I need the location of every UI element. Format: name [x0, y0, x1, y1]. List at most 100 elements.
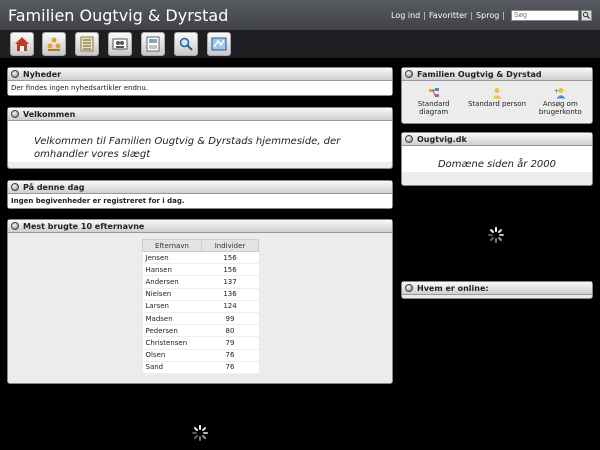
- table-row: Larsen 124: [142, 300, 259, 313]
- table-row: Sand 76: [142, 361, 259, 374]
- ougtvig-text: Domæne siden år 2000: [402, 146, 592, 172]
- count-cell: 124: [201, 300, 259, 313]
- surname-cell[interactable]: Andersen: [142, 275, 202, 289]
- today-body: Ingen begivenheder er registreret for i …: [8, 194, 392, 208]
- welcome-header: Velkommen: [8, 108, 392, 121]
- welcome-title: Velkommen: [23, 109, 76, 119]
- loading-spinner-icon: [488, 227, 504, 243]
- table-row: Andersen 137: [142, 275, 259, 289]
- bullet-icon[interactable]: [405, 284, 413, 292]
- surname-cell[interactable]: Hansen: [142, 263, 202, 277]
- count-cell: 136: [201, 288, 259, 301]
- news-panel: Nyheder Der findes ingen nyhedsartikler …: [7, 67, 393, 96]
- news-title: Nyheder: [23, 69, 62, 79]
- today-header: På denne dag: [8, 181, 392, 194]
- favorites-link[interactable]: Favoritter: [429, 11, 467, 20]
- search-icon: [582, 11, 591, 20]
- ougtvig-title: Ougtvig.dk: [417, 134, 467, 144]
- today-panel: På denne dag Ingen begivenheder er regis…: [7, 180, 393, 209]
- bullet-icon[interactable]: [405, 135, 413, 143]
- surname-cell[interactable]: Pedersen: [142, 324, 202, 338]
- bullet-icon[interactable]: [11, 183, 19, 191]
- surnames-panel: Mest brugte 10 efternavne Efternavn Indi…: [7, 219, 393, 384]
- map-icon: [211, 37, 227, 51]
- home-button[interactable]: [10, 32, 34, 56]
- language-link[interactable]: Sprog: [476, 11, 499, 20]
- count-cell: 137: [201, 275, 259, 289]
- column-header-count: Individer: [201, 239, 259, 252]
- search-input[interactable]: [511, 10, 579, 21]
- add-user-icon: +: [554, 88, 566, 99]
- table-row: Madsen 99: [142, 312, 259, 326]
- standard-diagram-link[interactable]: Standard diagram: [404, 87, 464, 116]
- separator: |: [470, 11, 474, 20]
- search-icon: [179, 37, 193, 51]
- surname-cell[interactable]: Jensen: [142, 251, 202, 265]
- bullet-icon[interactable]: [11, 110, 19, 118]
- map-button[interactable]: [207, 32, 231, 56]
- surname-cell[interactable]: Nielsen: [142, 288, 202, 301]
- family-icon: [47, 37, 61, 51]
- bullet-icon[interactable]: [11, 222, 19, 230]
- loading-spinner-icon: [192, 425, 208, 441]
- table-row: Olsen 76: [142, 349, 259, 362]
- standard-person-label: Standard person: [467, 100, 527, 108]
- surname-cell[interactable]: Sand: [142, 361, 202, 374]
- surname-cell[interactable]: Christensen: [142, 336, 202, 350]
- table-row: Christensen 79: [142, 336, 259, 350]
- site-title[interactable]: Familien Ougtvig & Dyrstad: [8, 6, 228, 25]
- home-icon: [15, 37, 29, 51]
- surnames-title: Mest brugte 10 efternavne: [23, 221, 145, 231]
- list-icon: [80, 36, 94, 52]
- person-icon: [492, 88, 502, 99]
- count-cell: 156: [201, 263, 259, 277]
- surnames-table: Efternavn Individer Jensen 156 Hansen 156 …: [142, 239, 259, 374]
- people-card-icon: [112, 38, 128, 50]
- bullet-icon[interactable]: [11, 70, 19, 78]
- apply-account-label: Ansøg om brugerkonto: [538, 100, 582, 116]
- list-button[interactable]: [75, 32, 99, 56]
- svg-text:+: +: [554, 88, 559, 95]
- table-row: Pedersen 80: [142, 324, 259, 338]
- online-title: Hvem er online:: [417, 283, 489, 293]
- count-cell: 156: [201, 251, 259, 265]
- standard-person-link[interactable]: Standard person: [467, 87, 527, 116]
- toolbar: [0, 30, 600, 58]
- welcome-text: Velkommen til Familien Ougtvig & Dyrstad…: [8, 121, 392, 162]
- document-button[interactable]: [141, 32, 165, 56]
- count-cell: 79: [201, 336, 259, 350]
- count-cell: 76: [201, 361, 259, 374]
- login-link[interactable]: Log ind: [391, 11, 420, 20]
- surname-cell[interactable]: Olsen: [142, 349, 202, 362]
- news-body: Der findes ingen nyhedsartikler endnu.: [8, 81, 392, 95]
- people-card-button[interactable]: [108, 32, 132, 56]
- table-row: Hansen 156: [142, 263, 259, 277]
- document-icon: [146, 36, 160, 52]
- bullet-icon[interactable]: [405, 70, 413, 78]
- table-header-row: Efternavn Individer: [142, 239, 259, 252]
- apply-account-link[interactable]: + Ansøg om brugerkonto: [530, 87, 590, 116]
- search-button[interactable]: [174, 32, 198, 56]
- count-cell: 76: [201, 349, 259, 362]
- top-links: Log ind | Favoritter | Sprog |: [391, 10, 592, 21]
- family-header: Familien Ougtvig & Dyrstad: [402, 68, 592, 81]
- table-row: Jensen 156: [142, 251, 259, 265]
- count-cell: 99: [201, 312, 259, 326]
- standard-diagram-label: Standard diagram: [417, 100, 450, 116]
- separator: |: [502, 11, 505, 20]
- today-title: På denne dag: [23, 182, 85, 192]
- count-cell: 80: [201, 324, 259, 338]
- online-panel: Hvem er online:: [401, 281, 593, 299]
- column-header-surname: Efternavn: [142, 239, 202, 252]
- search-button[interactable]: [581, 10, 592, 21]
- online-header: Hvem er online:: [402, 282, 592, 295]
- table-row: Nielsen 136: [142, 288, 259, 301]
- welcome-panel: Velkommen Velkommen til Familien Ougtvig…: [7, 107, 393, 169]
- family-button[interactable]: [42, 32, 66, 56]
- surname-cell[interactable]: Larsen: [142, 300, 202, 313]
- surname-cell[interactable]: Madsen: [142, 312, 202, 326]
- family-panel: Familien Ougtvig & Dyrstad Standard diag…: [401, 67, 593, 124]
- news-header: Nyheder: [8, 68, 392, 81]
- family-title: Familien Ougtvig & Dyrstad: [417, 69, 542, 79]
- separator: |: [423, 11, 426, 20]
